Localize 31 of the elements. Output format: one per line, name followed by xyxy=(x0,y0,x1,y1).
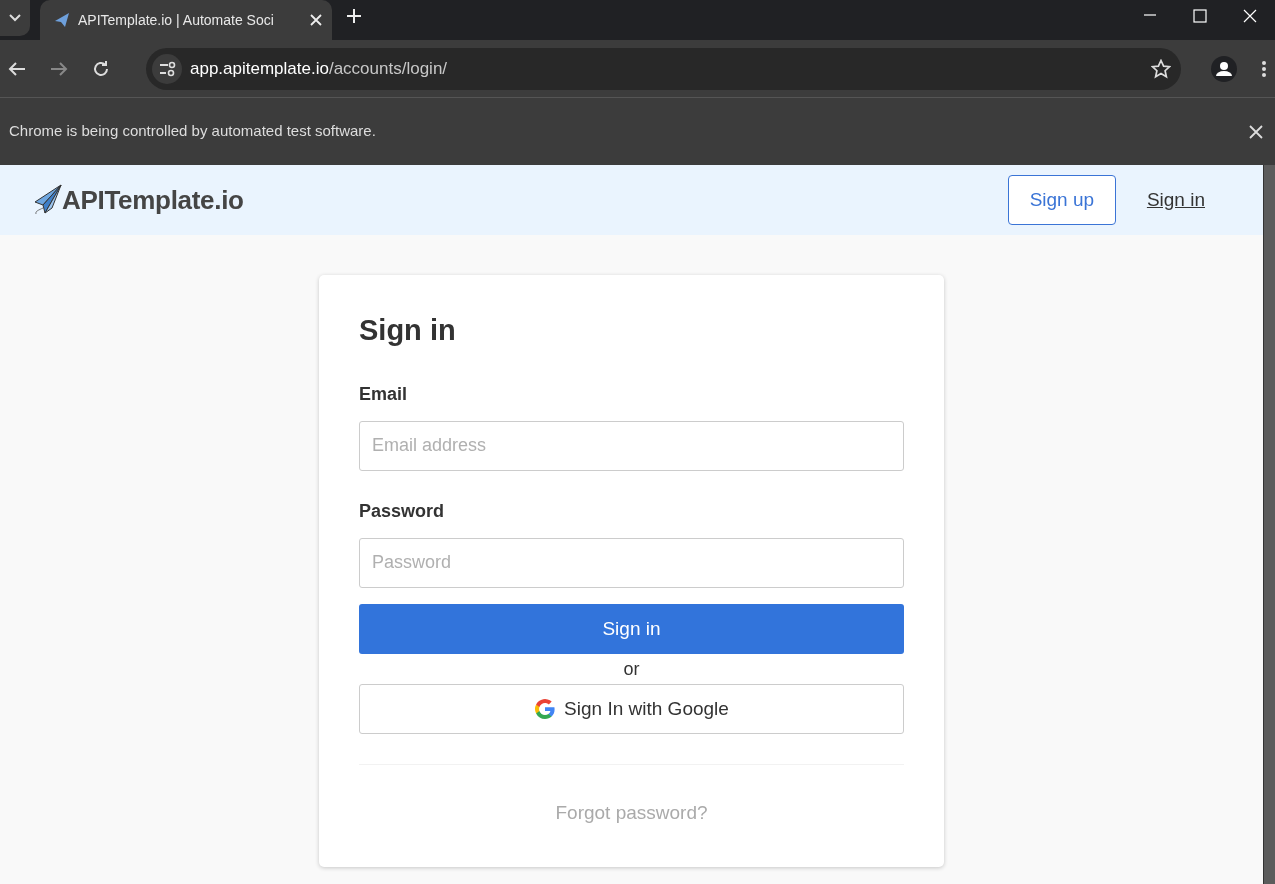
sign-up-button[interactable]: Sign up xyxy=(1007,175,1116,225)
profile-icon[interactable] xyxy=(1211,55,1237,82)
forward-icon xyxy=(50,60,68,77)
input-field[interactable]: Password xyxy=(359,537,904,588)
google-sign-in-button[interactable]: Sign In with Google xyxy=(359,683,904,734)
infobar-message: Chrome is being controlled by automated test software. xyxy=(9,121,376,142)
back-icon[interactable] xyxy=(8,60,26,77)
form-title: Sign in xyxy=(359,313,457,348)
field-label: Email xyxy=(359,382,409,406)
sign-in-link[interactable]: Sign in xyxy=(1146,185,1205,215)
field-label: Password xyxy=(359,499,446,523)
sign-in-button[interactable]: Sign in xyxy=(359,603,904,654)
paper-plane-icon xyxy=(32,184,62,216)
separator-text: or xyxy=(622,657,641,681)
plus-icon[interactable] xyxy=(347,9,361,23)
site-settings-icon[interactable] xyxy=(152,53,182,84)
maximize-icon[interactable] xyxy=(1193,9,1207,23)
reload-icon[interactable] xyxy=(92,59,110,78)
close-icon[interactable] xyxy=(1249,124,1263,139)
input-field[interactable]: Email address xyxy=(359,420,904,471)
close-icon[interactable] xyxy=(310,14,322,26)
tab-title: APITemplate.io | Automate Soci xyxy=(78,10,275,30)
more-icon[interactable] xyxy=(1261,59,1267,78)
address-bar[interactable]: app.apitemplate.io/accounts/login/ xyxy=(146,47,1181,90)
google-icon xyxy=(534,697,557,720)
paper-plane-icon xyxy=(54,12,70,28)
star-icon[interactable] xyxy=(1151,58,1171,79)
logo[interactable]: APITemplate.io xyxy=(62,180,244,220)
browser-tab[interactable]: APITemplate.io | Automate Soci xyxy=(40,0,332,40)
chevron-down-icon xyxy=(9,14,21,22)
tab-list-button[interactable] xyxy=(0,0,30,36)
